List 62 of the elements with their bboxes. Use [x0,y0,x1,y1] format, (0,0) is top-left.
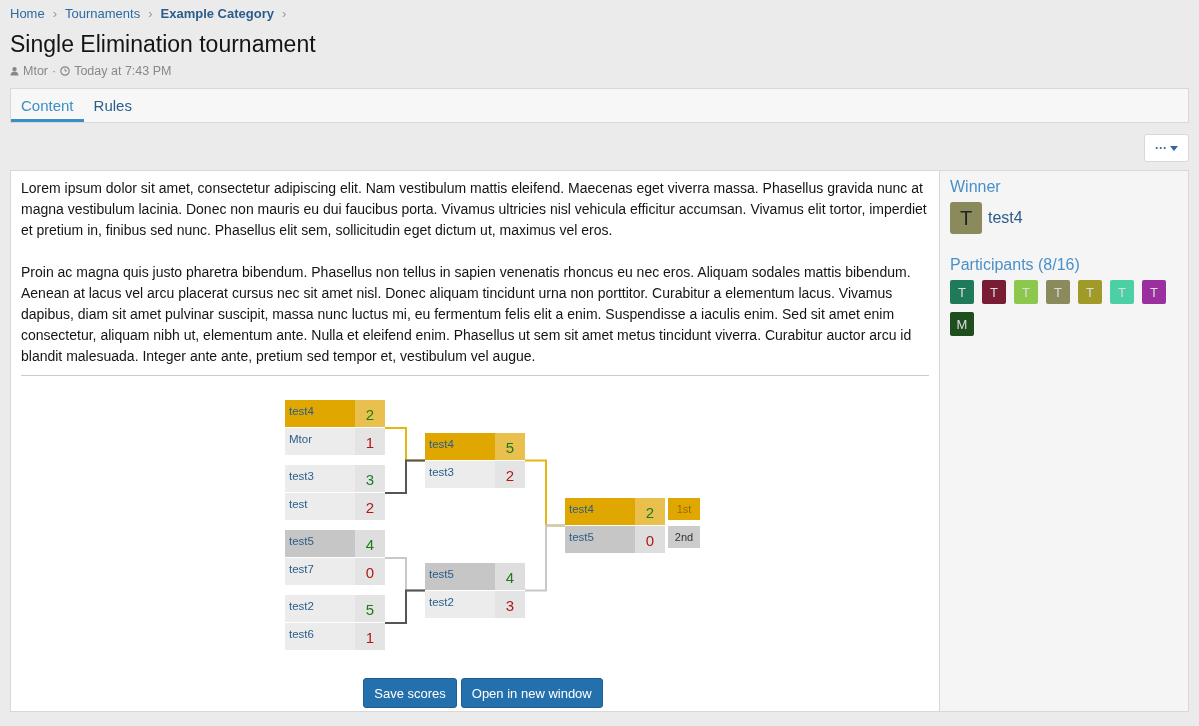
caret-icon [1170,145,1178,151]
player-score: 0 [635,525,665,553]
winner-link[interactable]: test4 [988,209,1023,227]
breadcrumb-link[interactable]: Example Category [160,5,274,21]
bracket-connector [384,459,426,494]
participant-avatar[interactable]: T [1142,280,1166,304]
placing-label: 1st [668,497,700,520]
player-score: 4 [495,562,525,590]
player-name: test7 [285,558,355,585]
author-link[interactable]: Mtor [23,64,48,78]
body-paragraph: Proin ac magna quis justo pharetra bibendum. Phasellus non tellus in sapien venenatis rhoncus eu nec eros. Aliquam sodales mattis bibendum. Aenean at lacus vel arcu placerat cursus nec sit amet nisl. Donec aliquam tincidunt urna non porttitor. Curabitur a elementum lacus. Vivamus dapibus, diam sit amet pulvinar suscipit, massa nunc luctus mi, eu fermentum felis elit a enim. Suspendisse a iaculis enim. Sed sit amet enim consectetur, aliquam nibh ut, elementum ante. Nulla et eleifend enim. Phasellus ut sem sit amet metus tincidunt viverra. Curabitur auctor arcu id blandit malesuada. Integer ante ante, pretium sed tempor et, vestibulum vel augue. [21,263,913,366]
breadcrumb-separator: › [52,5,58,21]
action-button[interactable]: Open in new window [460,678,603,708]
action-button[interactable]: Save scores [363,678,457,708]
placing-label: 2nd [668,525,700,548]
player-name: test4 [285,400,355,427]
bracket-connector [524,524,566,592]
player-name: test [285,493,355,520]
player-name: test5 [285,530,355,557]
participant-avatar[interactable]: M [950,312,974,336]
player-name: test6 [285,623,355,650]
player-score: 3 [355,465,385,492]
player-name: Mtor [285,428,355,455]
player-score: 3 [495,590,525,618]
breadcrumb-link[interactable]: Tournaments [65,5,141,21]
breadcrumb-separator: › [148,5,153,21]
breadcrumb-link[interactable]: Home [10,5,45,21]
player-score: 5 [495,432,525,460]
player-score: 4 [355,530,385,557]
player-score: 0 [355,558,385,585]
more-menu-button[interactable]: ··· [1144,134,1189,162]
avatar: T [950,202,982,234]
player-score: 2 [355,493,385,520]
participant-avatar[interactable]: T [1046,280,1070,304]
participant-avatar[interactable]: T [950,280,974,304]
player-score: 2 [355,400,385,427]
sidebar-heading: Winner [950,178,1002,196]
player-name: test4 [425,432,495,460]
bracket-connector [384,589,426,624]
player-name: test5 [425,562,495,590]
player-score: 2 [635,497,665,525]
meta-separator: · [52,64,57,78]
player-name: test4 [565,497,635,525]
player-score: 1 [355,428,385,455]
player-name: test2 [285,595,355,622]
body-paragraph: Lorem ipsum dolor sit amet, consectetur adipiscing elit. Nam vestibulum mattis eleifend. Maecenas eget viverra massa. Phasellus gravida nunc at magna vestibulum lacinia. Donec non mauris eu dui faucibus porta. Vivamus ultricies nisl vehicula efficitur accumsan. Vivamus elit tortor, imperdiet et pretium in, finibus sed nunc. Phasellus elit sem, sollicitudin eget dictum ut, maximus vel eros. [21,179,928,240]
player-name: test3 [285,465,355,492]
player-name: test3 [425,460,495,488]
user-icon [10,66,19,76]
breadcrumb-separator: › [281,5,287,21]
player-score: 5 [355,595,385,622]
player-name: test2 [425,590,495,618]
page-title: Single Elimination tournament [10,30,317,58]
post-time: Today at 7:43 PM [74,64,172,78]
player-score: 1 [355,623,385,650]
participant-avatar[interactable]: T [982,280,1006,304]
tab[interactable]: Content [11,89,84,122]
tab[interactable]: Rules [83,89,142,122]
clock-icon [60,66,71,76]
player-name: test5 [565,525,635,553]
sidebar-heading: Participants (8/16) [950,256,1081,274]
player-score: 2 [495,460,525,488]
